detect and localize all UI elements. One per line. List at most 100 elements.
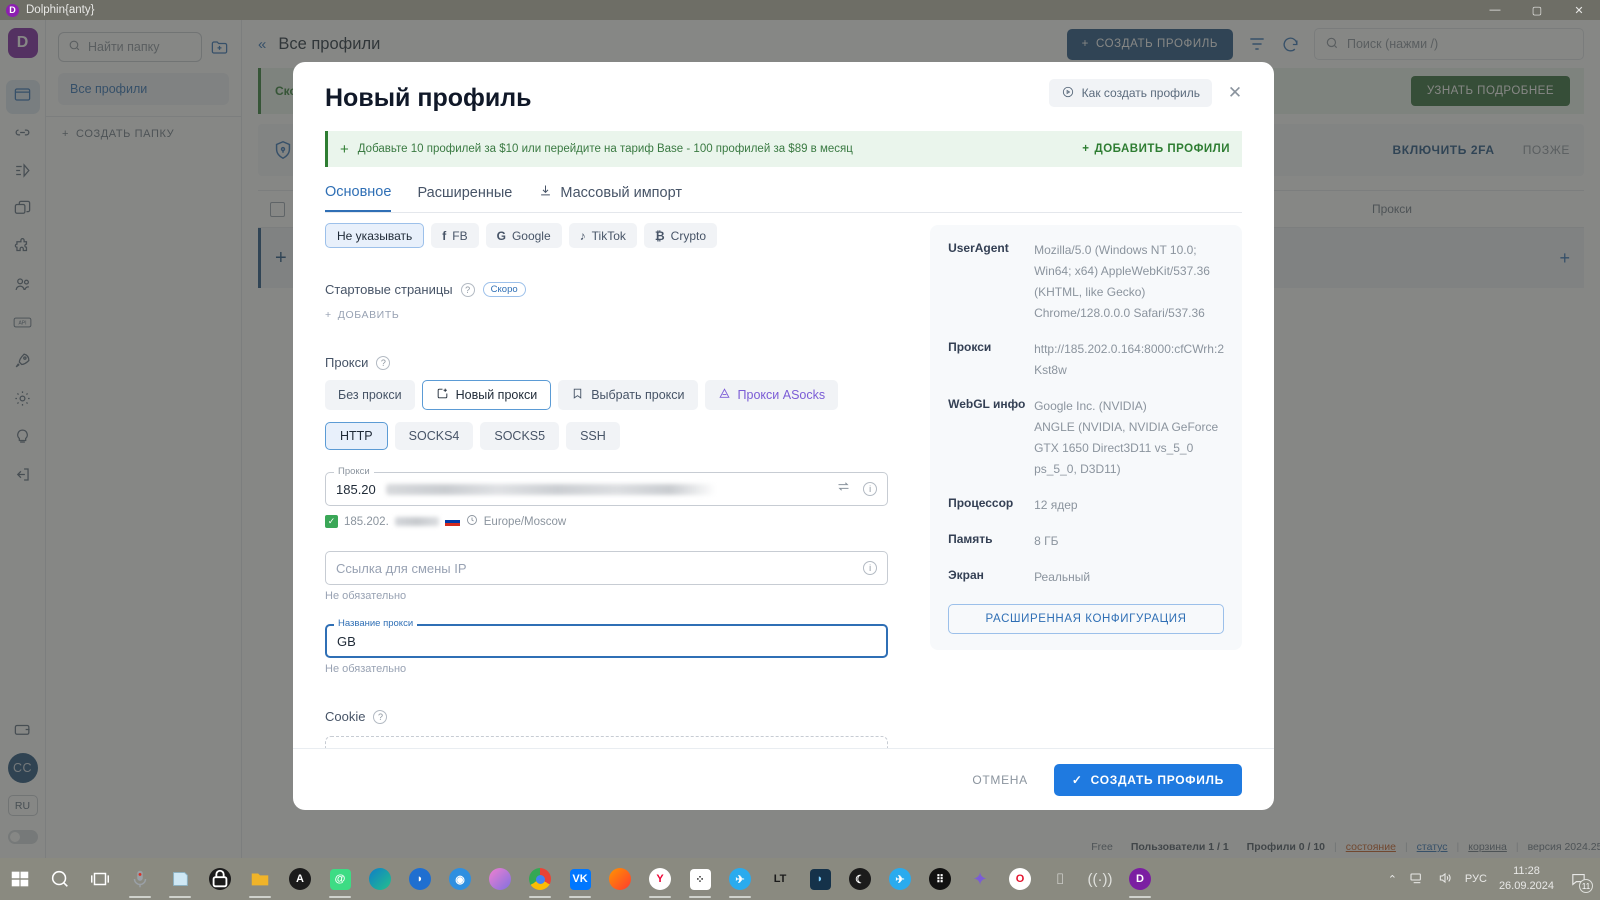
taskbar-item-keepass[interactable]	[200, 858, 240, 900]
proxy-mode-select[interactable]: Выбрать прокси	[558, 380, 698, 410]
taskbar-item-prism[interactable]	[480, 858, 520, 900]
fingerprint-info-card: UserAgent Mozilla/5.0 (Windows NT 10.0; …	[930, 225, 1242, 650]
chrome-icon	[529, 868, 551, 890]
taskbar-item-firefox[interactable]	[600, 858, 640, 900]
proxy-mode-asocks[interactable]: Прокси ASocks	[704, 380, 839, 410]
taskbar-search-icon[interactable]	[40, 858, 80, 900]
proxy-name-value: GB	[337, 633, 356, 649]
tab-bulk-import[interactable]: Массовый импорт	[538, 183, 682, 212]
chip-crypto[interactable]: ₿ Crypto	[643, 223, 718, 248]
info-row-cpu: Процессор 12 ядер	[948, 496, 1224, 517]
info-key: WebGL инфо	[948, 397, 1026, 411]
how-to-create-profile-button[interactable]: Как создать профиль	[1048, 79, 1212, 107]
add-profiles-button[interactable]: + ДОБАВИТЬ ПРОФИЛИ	[1082, 143, 1230, 155]
swap-icon[interactable]	[836, 479, 851, 499]
proxy-type-socks5-label: SOCKS5	[494, 429, 546, 443]
close-button[interactable]: ✕	[1558, 0, 1600, 20]
language-indicator[interactable]: РУС	[1465, 873, 1487, 885]
proxy-label-row: Прокси ?	[325, 355, 888, 370]
proxy-type-socks4[interactable]: SOCKS4	[394, 422, 474, 450]
chip-none[interactable]: Не указывать	[325, 223, 425, 248]
taskbar-item-opera[interactable]: O	[1000, 858, 1040, 900]
startpages-label-row: Стартовые страницы ? Скоро	[325, 282, 888, 297]
taskbar-item-translator[interactable]: A	[280, 858, 320, 900]
modal-left-column: Не указывать f FB G Google ♪ TikTok ₿ Cr…	[325, 213, 889, 748]
start-button[interactable]	[0, 858, 40, 900]
taskbar-item-chrome[interactable]	[520, 858, 560, 900]
info-value: 8 ГБ	[1034, 532, 1224, 553]
notifications-button[interactable]: 11	[1566, 867, 1593, 893]
wave-icon: ((·))	[1087, 870, 1113, 888]
help-icon[interactable]: ?	[376, 355, 391, 370]
taskbar-item-vk[interactable]: VK	[560, 858, 600, 900]
clock-time: 11:28	[1513, 865, 1540, 878]
taskbar-item-explorer[interactable]	[240, 858, 280, 900]
close-icon[interactable]: ✕	[1222, 80, 1248, 106]
help-icon[interactable]: ?	[460, 282, 475, 297]
volume-icon[interactable]	[1437, 870, 1453, 889]
proxy-input[interactable]: 185.20 i	[325, 472, 889, 506]
info-line: GTX 1650 Direct3D11 vs_5_0	[1034, 441, 1194, 455]
taskbar-item-moon[interactable]: ☾	[840, 858, 880, 900]
proxy-type-ssh-label: SSH	[580, 429, 606, 443]
proxy-type-socks5[interactable]: SOCKS5	[480, 422, 560, 450]
taskbar-item-recorder[interactable]	[120, 858, 160, 900]
opera-icon: O	[1009, 868, 1031, 890]
taskbar-item-telegram[interactable]: ✈	[720, 858, 760, 900]
help-icon[interactable]: ?	[373, 709, 388, 724]
advanced-config-button[interactable]: РАСШИРЕННАЯ КОНФИГУРАЦИЯ	[948, 604, 1224, 634]
chip-google[interactable]: G Google	[485, 223, 562, 248]
cancel-button[interactable]: ОТМЕНА	[972, 773, 1028, 787]
proxy-label: Прокси	[325, 355, 369, 370]
taskbar-item-lt[interactable]: LT	[760, 858, 800, 900]
taskbar-item-edge[interactable]	[360, 858, 400, 900]
proxy-type-http[interactable]: HTTP	[325, 422, 388, 450]
add-startpage-button[interactable]: + ДОБАВИТЬ	[325, 309, 888, 321]
info-key: Экран	[948, 568, 984, 582]
taskbar-item-dolphin2[interactable]: ◗	[800, 858, 840, 900]
taskbar-item-yandex[interactable]: Y	[640, 858, 680, 900]
moon-icon: ☾	[849, 868, 871, 890]
info-row-useragent: UserAgent Mozilla/5.0 (Windows NT 10.0; …	[948, 241, 1224, 325]
flag-ru-icon	[444, 516, 460, 527]
taskbar-item-telegram2[interactable]: ✈	[880, 858, 920, 900]
clock[interactable]: 11:28 26.09.2024	[1499, 864, 1554, 894]
taskbar-item-dolphin-anty[interactable]: D	[1120, 858, 1160, 900]
submit-create-profile-button[interactable]: ✓ СОЗДАТЬ ПРОФИЛЬ	[1053, 763, 1242, 796]
task-view-icon[interactable]	[80, 858, 120, 900]
taskbar-item-dots[interactable]: ⠿	[920, 858, 960, 900]
proxy-type-ssh[interactable]: SSH	[566, 422, 620, 450]
network-icon[interactable]	[1409, 870, 1425, 889]
proxy-input-legend: Прокси	[334, 466, 374, 477]
taskbar-item-notepad[interactable]	[160, 858, 200, 900]
taskbar-item-browser3[interactable]: ◉	[440, 858, 480, 900]
info-icon[interactable]: i	[863, 482, 878, 496]
proxy-type-http-label: HTTP	[340, 429, 373, 443]
tray-expand-icon[interactable]: ⌃	[1388, 873, 1397, 886]
proxy-name-hint: Не обязательно	[325, 663, 407, 675]
taskbar-item-apps[interactable]: ⁘	[680, 858, 720, 900]
taskbar-item-browser2[interactable]: ◗	[400, 858, 440, 900]
window-title: Dolphin{anty}	[26, 4, 95, 16]
modal-tabs: Основное Расширенные Массовый импорт	[325, 183, 1242, 213]
taskbar-item-paint[interactable]: @	[320, 858, 360, 900]
maximize-button[interactable]: ▢	[1516, 0, 1558, 20]
chip-tiktok[interactable]: ♪ TikTok	[568, 223, 637, 248]
chip-fb[interactable]: f FB	[431, 223, 479, 248]
taskbar-item-sparkle[interactable]: ✦	[960, 858, 1000, 900]
proxy-name-input[interactable]: GB	[325, 624, 889, 658]
proxy-mode-none[interactable]: Без прокси	[325, 380, 415, 410]
cookie-dropzone[interactable]: Перетащите файл с куками в это поле, или…	[325, 736, 889, 748]
prism-icon	[489, 868, 511, 890]
taskbar-item-sound2[interactable]: ((·))	[1080, 858, 1120, 900]
tab-advanced[interactable]: Расширенные	[417, 185, 512, 211]
info-icon[interactable]: i	[863, 561, 878, 575]
startpages-label: Стартовые страницы	[325, 282, 453, 297]
check-icon: ✓	[1071, 772, 1083, 787]
tab-main[interactable]: Основное	[325, 184, 392, 212]
change-ip-input[interactable]: Ссылка для смены IP i	[325, 551, 889, 585]
plus-icon: +	[340, 140, 349, 158]
proxy-mode-new[interactable]: Новый прокси	[421, 380, 552, 410]
taskbar-item-misc[interactable]: ⌷	[1040, 858, 1080, 900]
minimize-button[interactable]: —	[1474, 0, 1516, 20]
